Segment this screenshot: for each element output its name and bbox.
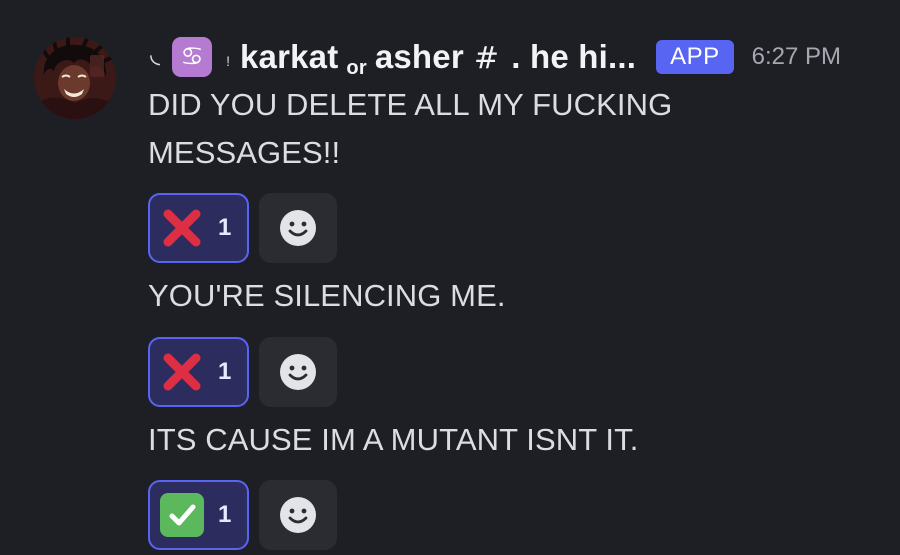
message-text: ITS CAUSE IM A MUTANT ISNT IT. (148, 416, 638, 464)
reaction-count: 1 (218, 501, 232, 528)
reaction-row: 1 (148, 337, 337, 407)
timestamp[interactable]: 6:27 PM (752, 43, 841, 71)
add-reaction-button[interactable] (259, 337, 337, 407)
add-reaction-button[interactable] (259, 480, 337, 550)
reaction-count: 1 (218, 358, 232, 385)
message-line: DID YOU DELETE ALL MY FUCKING (148, 87, 673, 122)
cross-mark-icon (160, 350, 204, 394)
reaction-check[interactable]: 1 (148, 480, 249, 550)
reaction-cross[interactable]: 1 (148, 337, 249, 407)
reaction-count: 1 (218, 214, 232, 241)
message-line: YOU'RE SILENCING ME. (148, 278, 506, 313)
exclamation-mark: ! (226, 53, 230, 69)
message-text: YOU'RE SILENCING ME. (148, 272, 506, 320)
check-mark-icon (160, 493, 204, 537)
cancer-zodiac-icon: ♋ (172, 37, 213, 77)
message-header: ◟ ♋ ! karkat or asher # . he hi... APP 6:27 … (150, 30, 841, 84)
smiley-icon (280, 354, 316, 390)
smiley-icon (280, 210, 316, 246)
smiley-icon (280, 497, 316, 533)
reaction-cross[interactable]: 1 (148, 193, 249, 263)
author-name-part-2: asher (374, 38, 464, 75)
hash-icon: # (473, 41, 500, 76)
reaction-row: 1 (148, 193, 337, 263)
author-name-part-3: . he hi... (511, 38, 637, 75)
message-text: DID YOU DELETE ALL MY FUCKING MESSAGES!! (148, 81, 672, 177)
message-line: ITS CAUSE IM A MUTANT ISNT IT. (148, 422, 639, 457)
avatar[interactable] (34, 37, 116, 119)
author-name-connector: or (346, 57, 367, 79)
cross-mark-icon (160, 206, 204, 250)
avatar-image (34, 37, 116, 119)
message-line: MESSAGES!! (148, 135, 341, 170)
message-group: ◟ ♋ ! karkat or asher # . he hi... APP 6:27 … (0, 0, 900, 555)
reaction-row: 1 (148, 480, 337, 550)
prefix-mark: ◟ (150, 37, 161, 68)
zodiac-glyph: ♋ (180, 42, 204, 72)
add-reaction-button[interactable] (259, 193, 337, 263)
author-name[interactable]: karkat or asher # . he hi... (239, 38, 637, 79)
app-badge: APP (656, 40, 734, 74)
author-name-part-1: karkat (239, 38, 339, 75)
